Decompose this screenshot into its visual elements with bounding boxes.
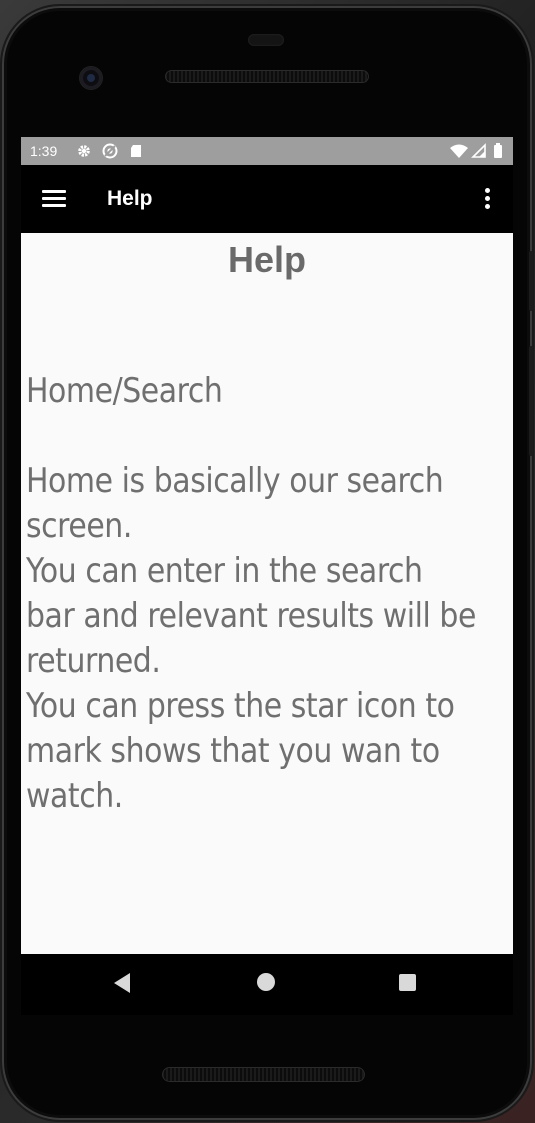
navigation-bar — [21, 954, 513, 1015]
home-icon[interactable] — [257, 973, 275, 991]
app-bar: Help — [21, 165, 513, 233]
sync-icon — [102, 143, 118, 159]
more-vert-icon-dot — [485, 204, 490, 209]
app-bar-title: Help — [107, 187, 153, 210]
hamburger-menu-icon-bar — [42, 204, 66, 207]
phone-frame: 1:39 Help Help Home/Search Home is basic… — [2, 6, 533, 1120]
volume-button — [529, 346, 533, 456]
menu-button[interactable] — [35, 183, 75, 215]
sd-card-icon — [131, 145, 141, 157]
battery-icon — [494, 143, 502, 158]
hamburger-menu-icon-bar — [42, 197, 66, 200]
gear-icon — [78, 145, 90, 157]
wifi-icon — [450, 144, 468, 158]
more-vert-icon-dot — [485, 196, 490, 201]
section-title: Home/Search — [26, 371, 223, 411]
earpiece — [248, 34, 284, 46]
help-body-text: Home is basically our search screen. You… — [26, 461, 476, 816]
signal-icon — [471, 143, 486, 158]
front-camera — [80, 67, 102, 89]
recents-icon[interactable] — [399, 974, 416, 991]
hamburger-menu-icon — [42, 190, 66, 193]
power-button — [529, 251, 533, 311]
back-icon[interactable] — [114, 973, 130, 993]
help-content: Help Home/Search Home is basically our s… — [21, 233, 513, 954]
screen: 1:39 Help Help Home/Search Home is basic… — [21, 137, 513, 1015]
more-vert-icon — [485, 188, 490, 193]
top-speaker — [165, 70, 369, 83]
status-bar: 1:39 — [21, 137, 513, 165]
page-title: Help — [227, 239, 306, 280]
overflow-menu-button[interactable] — [473, 183, 503, 215]
status-time: 1:39 — [30, 143, 58, 159]
bottom-speaker — [162, 1067, 365, 1082]
